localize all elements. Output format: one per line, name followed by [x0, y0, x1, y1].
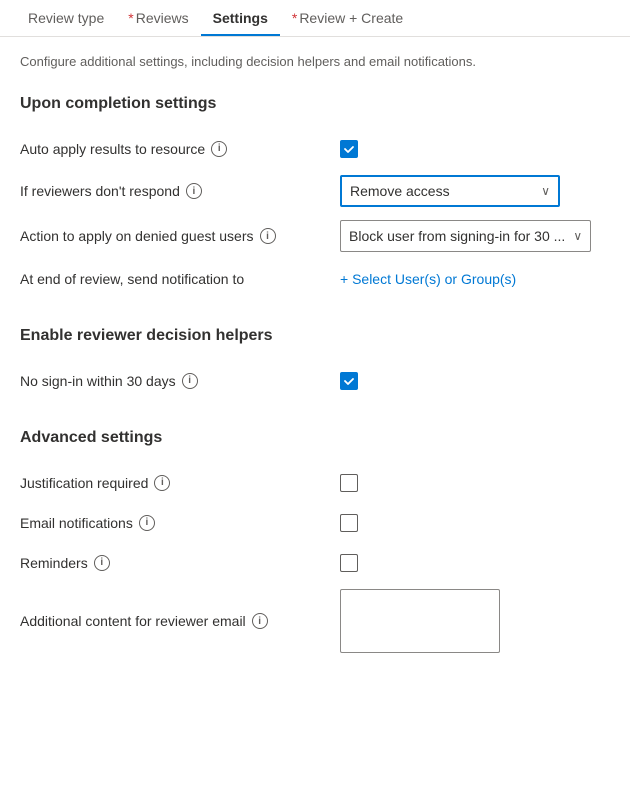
checkbox-reminders[interactable]: [340, 554, 358, 572]
advanced-rows: Justification requirediEmail notificatio…: [20, 463, 610, 660]
setting-label-end-of-review-notification: At end of review, send notification to: [20, 271, 340, 287]
advanced-settings-header: Advanced settings: [20, 429, 610, 447]
setting-label-email-notifications: Email notifications i: [20, 515, 340, 531]
setting-row-if-reviewers-respond: If reviewers don't respond i Remove access…: [20, 169, 610, 214]
checkbox-email-notifications[interactable]: [340, 514, 358, 532]
label-text: Action to apply on denied guest users: [20, 228, 254, 244]
info-icon-action-denied-guests[interactable]: i: [260, 228, 276, 244]
info-icon-no-sign-in[interactable]: i: [182, 373, 198, 389]
setting-control-auto-apply: [340, 140, 610, 158]
setting-control-end-of-review-notification: + Select User(s) or Group(s): [340, 271, 610, 287]
tab-asterisk: *: [292, 10, 297, 26]
label-text: Additional content for reviewer email: [20, 613, 246, 629]
label-text: Reminders: [20, 555, 88, 571]
setting-control-if-reviewers-respond: Remove access ∨: [340, 175, 610, 207]
setting-row-no-sign-in: No sign-in within 30 days i: [20, 361, 610, 401]
tab-navigation: Review type*ReviewsSettings*Review + Cre…: [0, 0, 630, 37]
label-text: At end of review, send notification to: [20, 271, 244, 287]
upon-completion-rows: Auto apply results to resource i If revie…: [20, 129, 610, 299]
setting-control-justification-required: [340, 474, 610, 492]
setting-label-additional-content: Additional content for reviewer email i: [20, 613, 340, 629]
info-icon-email-notifications[interactable]: i: [139, 515, 155, 531]
tab-label: Review + Create: [299, 10, 403, 26]
dropdown-value: Block user from signing-in for 30 ...: [349, 228, 565, 244]
tab-label: Reviews: [136, 10, 189, 26]
chevron-down-icon: ∨: [573, 229, 582, 243]
checkbox-no-sign-in[interactable]: [340, 372, 358, 390]
setting-label-action-denied-guests: Action to apply on denied guest users i: [20, 228, 340, 244]
label-text: No sign-in within 30 days: [20, 373, 176, 389]
setting-row-auto-apply: Auto apply results to resource i: [20, 129, 610, 169]
setting-row-email-notifications: Email notifications i: [20, 503, 610, 543]
tab-label: Review type: [28, 10, 104, 26]
tab-reviews[interactable]: *Reviews: [116, 0, 200, 36]
link-end-of-review-notification[interactable]: + Select User(s) or Group(s): [340, 271, 516, 287]
textarea-additional-content[interactable]: [340, 589, 500, 653]
setting-label-justification-required: Justification required i: [20, 475, 340, 491]
setting-label-no-sign-in: No sign-in within 30 days i: [20, 373, 340, 389]
decision-helpers-section: Enable reviewer decision helpers No sign…: [20, 327, 610, 401]
setting-control-additional-content: [340, 589, 610, 653]
setting-row-reminders: Reminders i: [20, 543, 610, 583]
info-icon-auto-apply[interactable]: i: [211, 141, 227, 157]
setting-control-email-notifications: [340, 514, 610, 532]
label-text: Email notifications: [20, 515, 133, 531]
decision-helpers-header: Enable reviewer decision helpers: [20, 327, 610, 345]
tab-label: Settings: [213, 10, 268, 26]
checkbox-auto-apply[interactable]: [340, 140, 358, 158]
upon-completion-header: Upon completion settings: [20, 95, 610, 113]
tab-asterisk: *: [128, 10, 133, 26]
setting-control-reminders: [340, 554, 610, 572]
tab-review-type[interactable]: Review type: [16, 0, 116, 36]
setting-row-justification-required: Justification required i: [20, 463, 610, 503]
setting-label-if-reviewers-respond: If reviewers don't respond i: [20, 183, 340, 199]
advanced-settings-section: Advanced settings Justification required…: [20, 429, 610, 660]
setting-label-auto-apply: Auto apply results to resource i: [20, 141, 340, 157]
main-content: Configure additional settings, including…: [0, 37, 630, 708]
setting-row-action-denied-guests: Action to apply on denied guest users i Bl…: [20, 214, 610, 259]
label-text: If reviewers don't respond: [20, 183, 180, 199]
info-icon-justification-required[interactable]: i: [154, 475, 170, 491]
dropdown-value: Remove access: [350, 183, 450, 199]
chevron-down-icon: ∨: [541, 184, 550, 198]
setting-label-reminders: Reminders i: [20, 555, 340, 571]
info-icon-if-reviewers-respond[interactable]: i: [186, 183, 202, 199]
tab-review-create[interactable]: *Review + Create: [280, 0, 415, 36]
setting-control-action-denied-guests: Block user from signing-in for 30 ... ∨: [340, 220, 610, 252]
setting-row-additional-content: Additional content for reviewer email i: [20, 583, 610, 660]
checkbox-justification-required[interactable]: [340, 474, 358, 492]
info-icon-reminders[interactable]: i: [94, 555, 110, 571]
dropdown-action-denied-guests[interactable]: Block user from signing-in for 30 ... ∨: [340, 220, 591, 252]
setting-row-end-of-review-notification: At end of review, send notification to + …: [20, 259, 610, 299]
dropdown-if-reviewers-respond[interactable]: Remove access ∨: [340, 175, 560, 207]
decision-helpers-rows: No sign-in within 30 days i: [20, 361, 610, 401]
upon-completion-section: Upon completion settings Auto apply resu…: [20, 95, 610, 299]
label-text: Justification required: [20, 475, 148, 491]
label-text: Auto apply results to resource: [20, 141, 205, 157]
info-icon-additional-content[interactable]: i: [252, 613, 268, 629]
page-description: Configure additional settings, including…: [20, 53, 610, 71]
setting-control-no-sign-in: [340, 372, 610, 390]
tab-settings[interactable]: Settings: [201, 0, 280, 36]
